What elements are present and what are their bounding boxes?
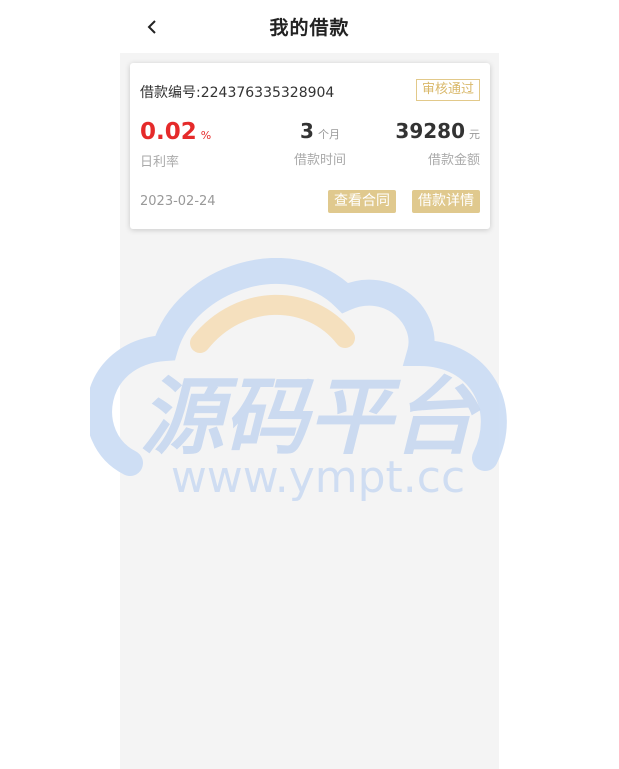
amount-unit: 元 [469,128,480,141]
term-value: 3 [300,119,314,143]
chevron-left-icon [147,20,156,34]
page-title: 我的借款 [269,17,350,39]
amount-value: 39280 [395,119,465,143]
loan-number: 借款编号:224376335328904 [140,85,335,101]
term-unit: 个月 [317,128,340,141]
app-screen: 我的借款 借款编号:224376335328904 审核通过 0.02% 日利率… [120,0,499,769]
rate-value: 0.02 [140,119,197,145]
loan-date: 2023-02-24 [140,194,216,209]
loan-card: 借款编号:224376335328904 审核通过 0.02% 日利率 3 个月 … [130,63,490,229]
daily-rate: 0.02% 日利率 [140,119,211,170]
term-label: 借款时间 [293,153,346,168]
back-button[interactable] [142,14,162,40]
loan-detail-button[interactable]: 借款详情 [412,190,480,213]
view-contract-button[interactable]: 查看合同 [328,190,396,213]
rate-unit: % [200,129,212,142]
status-badge: 审核通过 [415,79,480,101]
loan-amount: 39280 元 借款金额 [395,119,480,168]
loan-term: 3 个月 借款时间 [280,119,360,168]
nav-header: 我的借款 [120,0,499,53]
amount-label: 借款金额 [427,153,480,168]
rate-label: 日利率 [140,155,180,170]
